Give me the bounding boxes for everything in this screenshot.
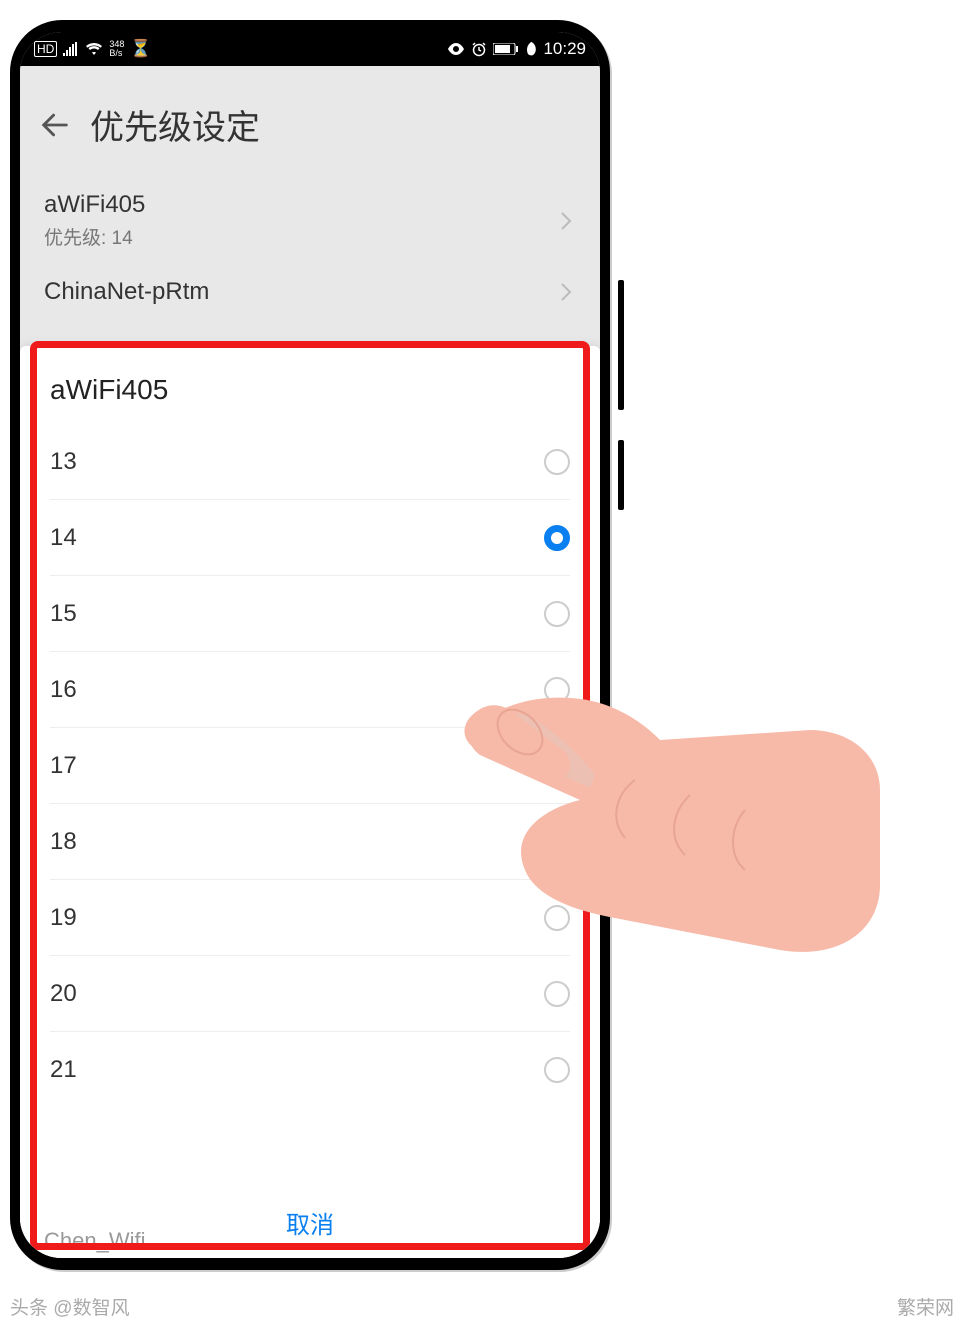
radio-icon: [544, 1057, 570, 1083]
priority-option[interactable]: 21: [50, 1032, 570, 1108]
wifi-list-item[interactable]: ChinaNet-pRtm: [20, 264, 600, 320]
hidden-wifi-peek: Chen_Wifi: [44, 1228, 145, 1254]
radio-icon: [544, 905, 570, 931]
page-title: 优先级设定: [90, 100, 260, 149]
wifi-subtitle: 优先级: 14: [44, 223, 576, 250]
priority-option[interactable]: 15: [50, 576, 570, 652]
volume-button: [618, 280, 624, 410]
wifi-name: ChinaNet-pRtm: [44, 278, 576, 306]
hd-icon: HD: [34, 41, 57, 57]
chevron-right-icon: [560, 211, 572, 231]
priority-option[interactable]: 19: [50, 880, 570, 956]
radio-icon: [544, 525, 570, 551]
back-arrow-icon[interactable]: [38, 108, 72, 142]
mobile-signal-icon: [63, 42, 79, 56]
hourglass-icon: ⏳: [130, 39, 151, 59]
option-label: 20: [50, 980, 77, 1008]
watermark-source: 头条 @数智风: [10, 1293, 130, 1320]
option-label: 16: [50, 676, 77, 704]
power-button: [618, 440, 624, 510]
option-label: 19: [50, 904, 77, 932]
leaf-icon: [525, 42, 537, 56]
option-label: 15: [50, 600, 77, 628]
option-label: 17: [50, 752, 77, 780]
priority-option[interactable]: 17: [50, 728, 570, 804]
page-header: 优先级设定: [20, 66, 600, 177]
wifi-list-item[interactable]: aWiFi405 优先级: 14: [20, 177, 600, 264]
wifi-icon: [85, 42, 103, 56]
clock-time: 10:29: [543, 39, 586, 59]
radio-icon: [544, 601, 570, 627]
priority-option[interactable]: 18: [50, 804, 570, 880]
cancel-button[interactable]: 取消: [286, 1205, 334, 1240]
radio-icon: [544, 981, 570, 1007]
priority-picker-modal: aWiFi405 13 14 15 16 17 18 19 20 21 取消: [20, 346, 600, 1258]
priority-option[interactable]: 20: [50, 956, 570, 1032]
option-label: 18: [50, 828, 77, 856]
watermark-site: 繁荣网: [897, 1293, 954, 1320]
radio-icon: [544, 449, 570, 475]
network-speed: 348 B/s: [109, 40, 124, 58]
radio-icon: [544, 753, 570, 779]
wifi-name: aWiFi405: [44, 191, 576, 219]
eye-icon: [447, 43, 465, 55]
chevron-right-icon: [560, 282, 572, 302]
alarm-icon: [471, 41, 487, 57]
option-label: 14: [50, 524, 77, 552]
status-bar: HD 348 B/s ⏳: [20, 32, 600, 66]
priority-option[interactable]: 14: [50, 500, 570, 576]
radio-icon: [544, 677, 570, 703]
option-label: 13: [50, 448, 77, 476]
option-label: 21: [50, 1056, 77, 1084]
radio-icon: [544, 829, 570, 855]
battery-icon: [493, 43, 519, 55]
priority-option[interactable]: 16: [50, 652, 570, 728]
priority-option[interactable]: 13: [50, 424, 570, 500]
modal-title: aWiFi405: [20, 346, 600, 424]
